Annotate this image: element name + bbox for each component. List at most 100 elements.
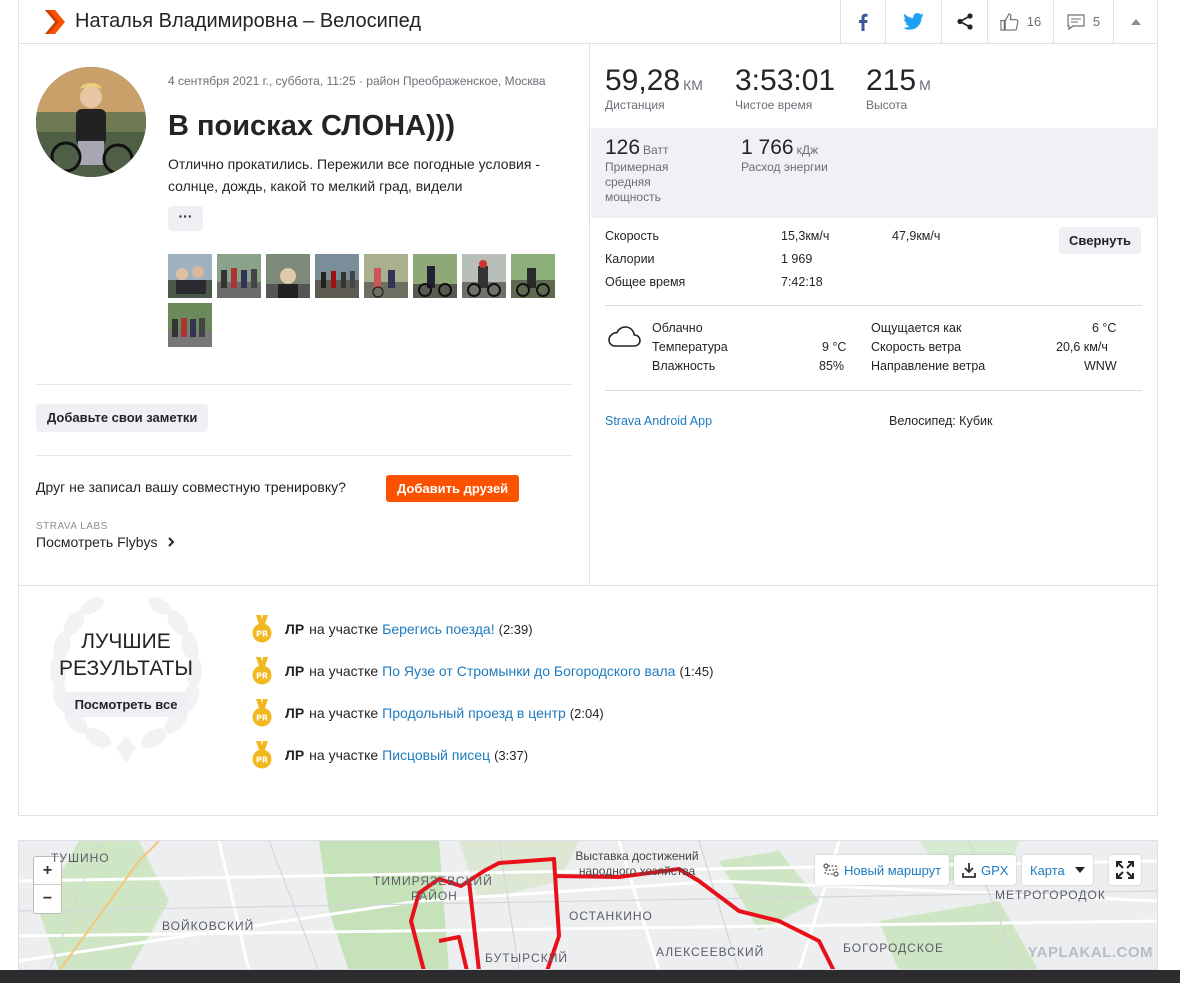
activity-photo[interactable]	[462, 254, 506, 298]
fullscreen-icon	[1116, 861, 1134, 879]
share-button[interactable]	[941, 0, 987, 44]
calories-label: Калории	[605, 252, 655, 266]
facebook-share-button[interactable]	[840, 0, 885, 44]
activity-photo[interactable]	[168, 303, 212, 347]
route-map[interactable]: + − ТУШИНО ТИМИРЯЗЕВСКИЙ РАЙОН ВОЙКОВСКИ…	[18, 840, 1158, 970]
wind-direction-value: WNW	[1084, 359, 1117, 373]
on-segment-text: на участке	[309, 705, 379, 721]
pr-item: PR ЛР на участке По Яузе от Стромынки до Б…	[251, 657, 713, 685]
feels-like-value: 6 °C	[1092, 321, 1117, 335]
pr-medal-icon: PR	[252, 657, 272, 685]
segment-link[interactable]: Писцовый писец	[382, 747, 490, 763]
activity-photo[interactable]	[217, 254, 261, 298]
kudos-button[interactable]: 16	[987, 0, 1053, 44]
activity-name: В поисках СЛОНА)))	[168, 110, 455, 142]
show-more-button[interactable]: ···	[168, 206, 203, 231]
see-all-button[interactable]: Посмотреть все	[65, 692, 187, 717]
svg-text:PR: PR	[256, 714, 268, 723]
segment-time: (2:04)	[569, 705, 604, 721]
pr-item: PR ЛР на участке Продольный проезд в центр…	[251, 699, 604, 727]
elapsed-value: 7:42:18	[781, 275, 823, 289]
map-label-alekseevsky: АЛЕКСЕЕВСКИЙ	[656, 945, 765, 959]
divider	[605, 390, 1142, 391]
on-segment-text: на участке	[309, 663, 379, 679]
activity-photo[interactable]	[315, 254, 359, 298]
activity-summary: 4 сентября 2021 г., суббота, 11:25 · рай…	[18, 44, 1158, 586]
speed-label: Скорость	[605, 229, 659, 243]
activity-photo[interactable]	[364, 254, 408, 298]
new-route-button[interactable]: Новый маршрут	[815, 855, 950, 885]
humidity-label: Влажность	[652, 359, 716, 373]
pr-label: ЛР	[285, 705, 305, 721]
map-label-voykovsky: ВОЙКОВСКИЙ	[162, 919, 255, 933]
segment-link[interactable]: Берегись поезда!	[382, 621, 494, 637]
add-notes-button[interactable]: Добавьте свои заметки	[36, 404, 209, 432]
avatar-photo	[36, 67, 146, 177]
fullscreen-button[interactable]	[1109, 855, 1141, 885]
comments-button[interactable]: 5	[1053, 0, 1113, 44]
activity-date-location: 4 сентября 2021 г., суббота, 11:25 · рай…	[168, 74, 546, 88]
pr-item: PR ЛР на участке Берегись поезда! (2:39)	[251, 615, 533, 643]
map-type-dropdown[interactable]: Карта	[1022, 855, 1093, 885]
stat-distance: 59,28 КМ Дистанция	[605, 64, 703, 112]
moving-time-label: Чистое время	[735, 98, 813, 112]
comments-count: 5	[1092, 14, 1101, 29]
on-segment-text: на участке	[309, 621, 379, 637]
secondary-stats: 126 Ватт Примерная средняя мощность 1 766…	[591, 128, 1158, 218]
map-label-vdnh: Выставка достижений народного хозяйства	[575, 849, 699, 878]
athlete-avatar[interactable]	[36, 67, 146, 177]
map-type-label: Карта	[1030, 862, 1065, 878]
power-unit: Ватт	[643, 143, 669, 157]
speed-max: 47,9км/ч	[892, 229, 941, 243]
map-label-metrogorodok: МЕТРОГОРОДОК	[995, 888, 1106, 902]
stat-elevation: 215 М Высота	[866, 64, 931, 112]
gpx-download-button[interactable]: GPX	[954, 855, 1017, 885]
elevation-unit: М	[919, 77, 931, 93]
pr-medal-icon: PR	[252, 699, 272, 727]
new-route-label: Новый маршрут	[844, 862, 942, 878]
distance-label: Дистанция	[605, 98, 665, 112]
pr-label: ЛР	[285, 621, 305, 637]
stat-power: 126 Ватт Примерная средняя мощность	[605, 136, 695, 205]
divider	[605, 305, 1142, 306]
activity-photo[interactable]	[413, 254, 457, 298]
calories-value: 1 969	[781, 252, 813, 266]
caret-up-icon	[1130, 18, 1141, 25]
activity-photo[interactable]	[168, 254, 212, 298]
segment-link[interactable]: По Яузе от Стромынки до Богородского вал…	[382, 663, 675, 679]
twitter-share-button[interactable]	[885, 0, 941, 44]
elevation-label: Высота	[866, 98, 908, 112]
segment-link[interactable]: Продольный проезд в центр	[382, 705, 566, 721]
device-app-link[interactable]: Strava Android App	[605, 414, 712, 428]
achievements-panel: ЛУЧШИЕ РЕЗУЛЬТАТЫ Посмотреть все PR ЛР на…	[18, 586, 1158, 816]
activity-photo[interactable]	[266, 254, 310, 298]
pr-medal-icon: PR	[252, 741, 272, 769]
segment-time: (2:39)	[498, 621, 533, 637]
bike-info: Велосипед: Кубик	[889, 414, 993, 428]
temperature-value: 9 °C	[822, 340, 847, 354]
speed-avg: 15,3км/ч	[781, 229, 830, 243]
pr-label: ЛР	[285, 663, 305, 679]
comment-icon	[1067, 13, 1085, 30]
stat-moving-time: 3:53:01 Чистое время	[735, 64, 835, 112]
thumbs-up-icon	[1000, 12, 1019, 31]
activity-photo[interactable]	[511, 254, 555, 298]
share-icon	[956, 13, 973, 30]
zoom-out-button[interactable]: −	[34, 885, 61, 913]
collapse-header-button[interactable]	[1113, 0, 1157, 44]
chevron-down-icon	[1074, 867, 1085, 873]
map-label-tushino: ТУШИНО	[51, 851, 110, 865]
friend-prompt: Друг не записал вашу совместную трениров…	[36, 479, 346, 495]
feels-like-label: Ощущается как	[871, 321, 962, 335]
activity-header: Наталья Владимировна – Велосипед 16 5	[18, 0, 1158, 44]
energy-unit: кДж	[796, 143, 818, 157]
svg-text:PR: PR	[256, 672, 268, 681]
route-icon	[823, 863, 839, 877]
flybys-link[interactable]: Посмотреть Flybys	[36, 534, 175, 550]
collapse-stats-button[interactable]: Свернуть	[1059, 227, 1141, 254]
on-segment-text: на участке	[309, 747, 379, 763]
map-label-rayon: РАЙОН	[411, 889, 458, 903]
humidity-value: 85%	[819, 359, 845, 373]
add-friends-button[interactable]: Добавить друзей	[386, 475, 520, 502]
segment-time: (1:45)	[679, 663, 714, 679]
